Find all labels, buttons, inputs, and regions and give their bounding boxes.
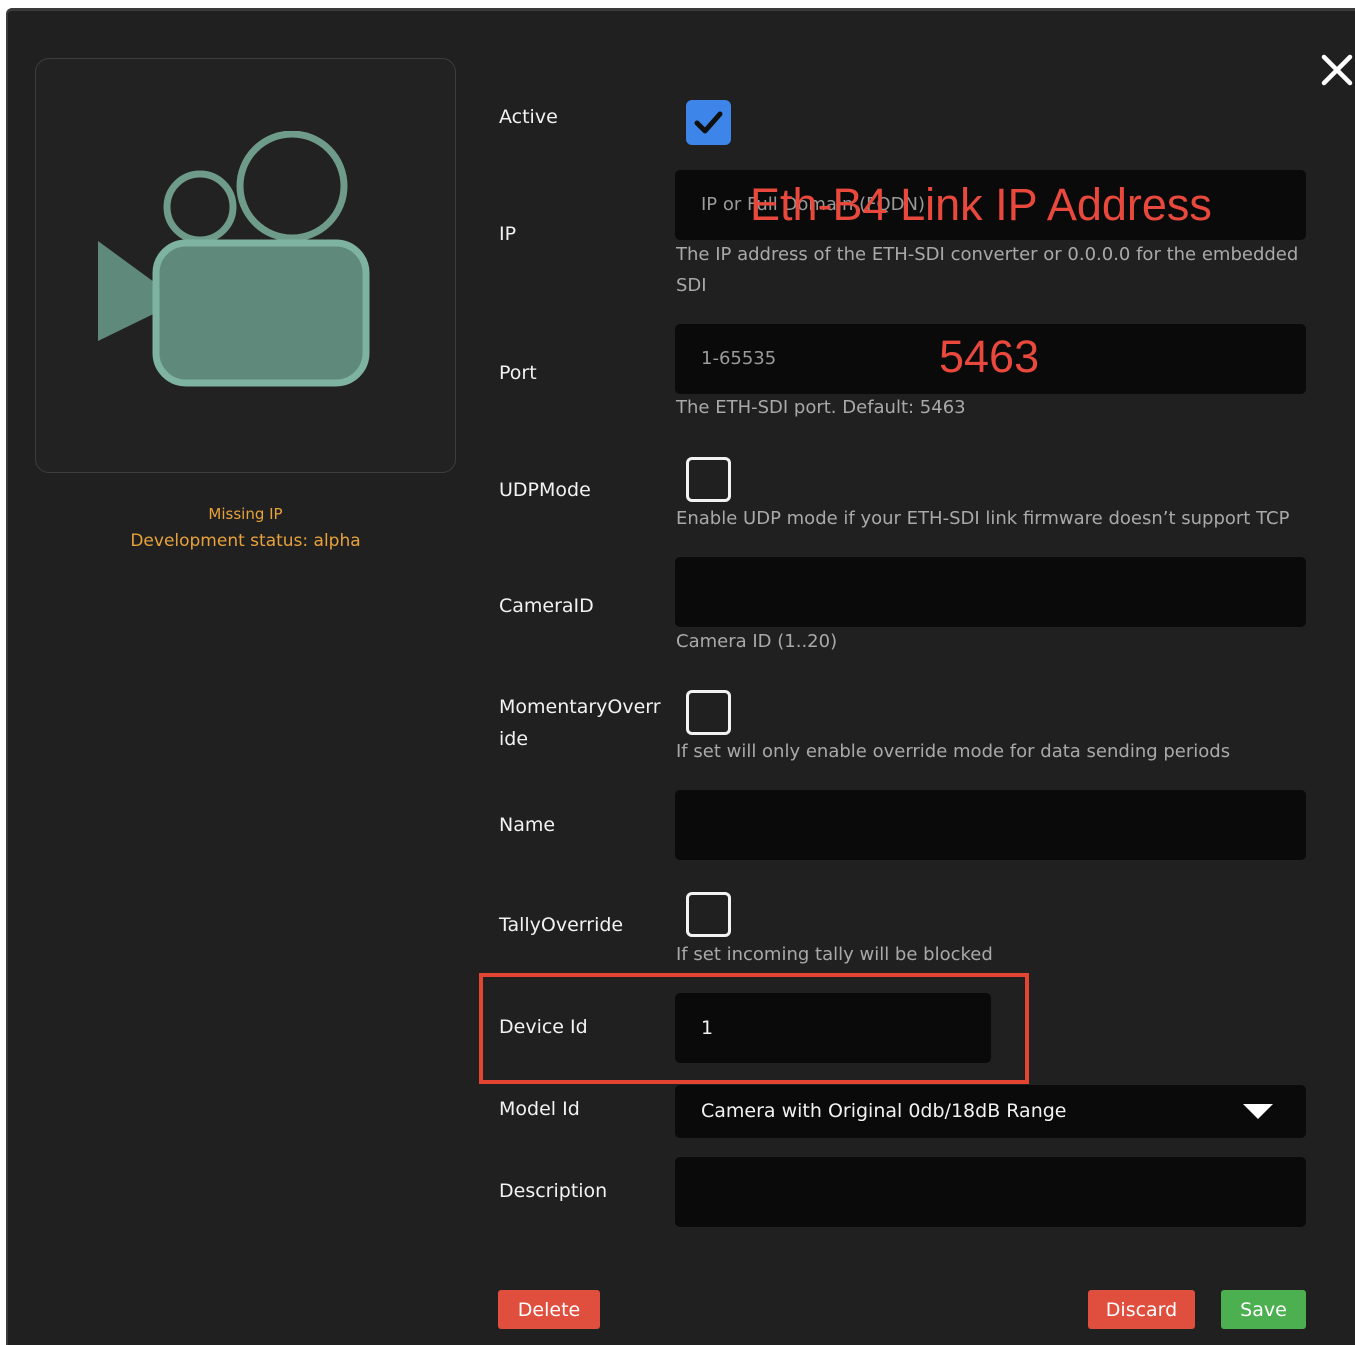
device-image-card <box>35 58 456 473</box>
model-id-value: Camera with Original 0db/18dB Range <box>701 1100 1067 1122</box>
cameraid-label: CameraID <box>499 595 594 617</box>
momentary-label: MomentaryOverride <box>499 696 661 750</box>
description-input[interactable] <box>675 1157 1306 1227</box>
cameraid-input[interactable] <box>675 557 1306 627</box>
ip-help: The IP address of the ETH-SDI converter … <box>676 244 1299 296</box>
momentary-help: If set will only enable override mode fo… <box>676 741 1231 762</box>
port-label: Port <box>499 362 537 384</box>
delete-button[interactable]: Delete <box>498 1290 600 1329</box>
udpmode-help: Enable UDP mode if your ETH-SDI link fir… <box>676 508 1290 529</box>
chevron-down-icon <box>1243 1104 1273 1119</box>
port-placeholder: 1-65535 <box>701 348 777 369</box>
udpmode-checkbox[interactable] <box>686 457 731 502</box>
momentary-checkbox[interactable] <box>686 690 731 735</box>
discard-button[interactable]: Discard <box>1088 1290 1195 1329</box>
tally-label: TallyOverride <box>499 914 624 936</box>
udpmode-label: UDPMode <box>499 479 591 501</box>
port-help: The ETH-SDI port. Default: 5463 <box>676 397 966 418</box>
status-development: Development status: alpha <box>130 531 361 551</box>
device-settings-dialog: Missing IP Development status: alpha Act… <box>6 8 1355 1345</box>
save-button[interactable]: Save <box>1221 1290 1306 1329</box>
description-label: Description <box>499 1180 608 1202</box>
cameraid-help: Camera ID (1..20) <box>676 631 838 652</box>
name-input[interactable] <box>675 790 1306 860</box>
port-annotation: 5463 <box>939 331 1040 382</box>
ip-label: IP <box>499 223 517 245</box>
video-camera-icon <box>97 130 369 386</box>
name-label: Name <box>499 814 556 836</box>
status-missing-ip: Missing IP <box>208 505 283 523</box>
device-id-highlight-box <box>479 973 1029 1084</box>
tally-help: If set incoming tally will be blocked <box>676 944 993 965</box>
active-checkbox[interactable] <box>686 100 731 145</box>
tally-checkbox[interactable] <box>686 892 731 937</box>
active-label: Active <box>499 106 558 128</box>
close-icon[interactable] <box>1320 53 1354 87</box>
model-id-label: Model Id <box>499 1098 580 1120</box>
ip-annotation: Eth-B4 Link IP Address <box>750 179 1212 230</box>
model-id-select[interactable]: Camera with Original 0db/18dB Range <box>675 1085 1306 1138</box>
